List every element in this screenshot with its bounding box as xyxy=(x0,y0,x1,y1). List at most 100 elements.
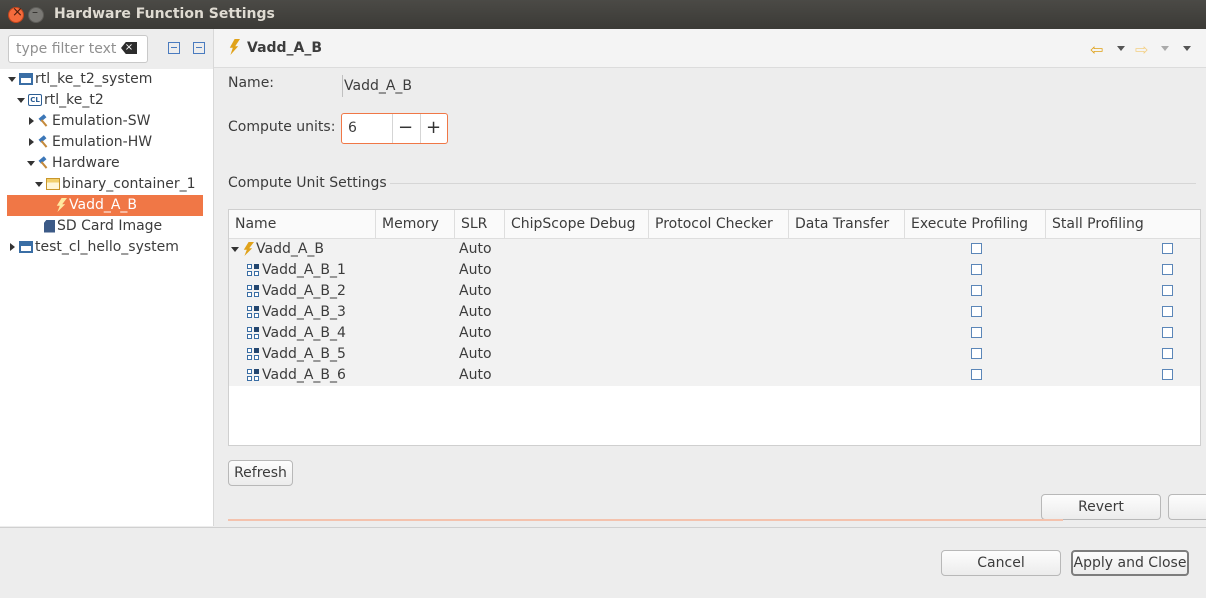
filter-input[interactable]: type filter text × xyxy=(8,35,148,63)
forward-arrow-icon[interactable]: ⇨ xyxy=(1135,40,1148,59)
compute-units-label: Compute units: xyxy=(228,119,336,135)
container-icon xyxy=(46,178,60,190)
forward-history-dropdown-icon[interactable] xyxy=(1161,46,1169,51)
execute-profiling-checkbox[interactable] xyxy=(971,243,982,254)
name-cell: Vadd_A_B_4 xyxy=(247,323,346,344)
close-window-button[interactable] xyxy=(8,5,24,23)
compute-units-value[interactable]: 6 xyxy=(348,120,357,136)
bolt-icon xyxy=(243,242,254,256)
compute-unit-icon xyxy=(247,285,259,297)
collapsed-twistie-icon[interactable] xyxy=(29,117,34,125)
table-row[interactable]: Vadd_A_B_2 Auto xyxy=(229,281,1200,302)
tree-item-label: Hardware xyxy=(52,155,120,171)
slr-cell[interactable]: Auto xyxy=(459,323,492,344)
column-header[interactable]: Protocol Checker xyxy=(649,210,789,238)
navigation-pane: type filter text × rtl_ke_t2_system CL rtl… xyxy=(0,29,214,526)
table-row[interactable]: Vadd_A_B_3 Auto xyxy=(229,302,1200,323)
tree-item[interactable]: Emulation-SW xyxy=(27,111,150,132)
table-row[interactable]: Vadd_A_B_5 Auto xyxy=(229,344,1200,365)
collapsed-twistie-icon[interactable] xyxy=(29,138,34,146)
table-row[interactable]: Vadd_A_B_4 Auto xyxy=(229,323,1200,344)
column-header[interactable]: Name xyxy=(229,210,376,238)
tree-item[interactable]: Hardware xyxy=(27,153,120,174)
tree-item[interactable]: Vadd_A_B xyxy=(7,195,203,216)
collapse-all-icon[interactable] xyxy=(168,42,180,54)
expanded-twistie-icon[interactable] xyxy=(35,181,43,187)
tree-item-label: rtl_ke_t2 xyxy=(44,92,104,108)
system-icon xyxy=(19,73,33,85)
name-cell: Vadd_A_B_5 xyxy=(247,344,346,365)
compute-unit-icon xyxy=(247,264,259,276)
view-menu-icon[interactable] xyxy=(1183,46,1191,51)
column-header[interactable]: ChipScope Debug xyxy=(505,210,649,238)
name-label: Name: xyxy=(228,75,275,91)
execute-profiling-checkbox[interactable] xyxy=(971,306,982,317)
stall-profiling-checkbox[interactable] xyxy=(1162,348,1173,359)
table-row[interactable]: Vadd_A_B_1 Auto xyxy=(229,260,1200,281)
refresh-button[interactable]: Refresh xyxy=(228,460,293,486)
tree-item[interactable]: binary_container_1 xyxy=(35,174,196,195)
compute-units-stepper[interactable]: 6 − + xyxy=(341,113,448,144)
bolt-icon xyxy=(56,198,67,212)
minimize-window-button[interactable] xyxy=(28,5,44,23)
slr-cell[interactable]: Auto xyxy=(459,302,492,323)
window-title: Hardware Function Settings xyxy=(54,6,275,22)
stall-profiling-checkbox[interactable] xyxy=(1162,327,1173,338)
expand-all-icon[interactable] xyxy=(193,42,205,54)
tree-item-label: rtl_ke_t2_system xyxy=(35,71,153,87)
apply-and-close-button[interactable]: Apply and Close xyxy=(1071,550,1189,576)
name-cell: Vadd_A_B xyxy=(231,239,324,260)
tree-item-label: binary_container_1 xyxy=(62,176,196,192)
slr-cell[interactable]: Auto xyxy=(459,260,492,281)
column-header[interactable]: Memory xyxy=(376,210,455,238)
compute-unit-table: Name Memory SLR ChipScope Debug Protocol Che… xyxy=(228,209,1201,446)
execute-profiling-checkbox[interactable] xyxy=(971,369,982,380)
clear-filter-icon[interactable]: × xyxy=(121,42,137,54)
slr-cell[interactable]: Auto xyxy=(459,365,492,386)
section-divider xyxy=(390,183,1196,184)
expanded-twistie-icon[interactable] xyxy=(17,97,25,103)
name-cell: Vadd_A_B_1 xyxy=(247,260,346,281)
slr-cell[interactable]: Auto xyxy=(459,281,492,302)
tree-item[interactable]: SD Card Image xyxy=(44,216,162,237)
decrement-button[interactable]: − xyxy=(398,117,413,138)
back-history-dropdown-icon[interactable] xyxy=(1117,46,1125,51)
slr-cell[interactable]: Auto xyxy=(459,239,492,260)
column-header[interactable]: Execute Profiling xyxy=(905,210,1046,238)
tree-item[interactable]: Emulation-HW xyxy=(27,132,152,153)
stall-profiling-checkbox[interactable] xyxy=(1162,285,1173,296)
stall-profiling-checkbox[interactable] xyxy=(1162,264,1173,275)
execute-profiling-checkbox[interactable] xyxy=(971,264,982,275)
column-header[interactable]: SLR xyxy=(455,210,505,238)
compute-unit-name: Vadd_A_B_4 xyxy=(262,325,346,341)
column-header[interactable]: Data Transfer xyxy=(789,210,905,238)
apply-button-partial[interactable] xyxy=(1168,494,1206,520)
stall-profiling-checkbox[interactable] xyxy=(1162,243,1173,254)
table-row[interactable]: Vadd_A_B Auto xyxy=(229,239,1200,260)
progress-underline xyxy=(228,519,1063,521)
tree-item[interactable]: rtl_ke_t2_system xyxy=(8,69,152,90)
expanded-twistie-icon[interactable] xyxy=(8,76,16,82)
name-field[interactable]: Vadd_A_B xyxy=(342,75,412,97)
stall-profiling-checkbox[interactable] xyxy=(1162,369,1173,380)
stall-profiling-checkbox[interactable] xyxy=(1162,306,1173,317)
cancel-button[interactable]: Cancel xyxy=(941,550,1061,576)
execute-profiling-checkbox[interactable] xyxy=(971,285,982,296)
column-header[interactable]: Stall Profiling xyxy=(1046,210,1200,238)
execute-profiling-checkbox[interactable] xyxy=(971,348,982,359)
back-arrow-icon[interactable]: ⇦ xyxy=(1090,40,1103,59)
revert-button[interactable]: Revert xyxy=(1041,494,1161,520)
expanded-twistie-icon[interactable] xyxy=(27,160,35,166)
compute-unit-name: Vadd_A_B_3 xyxy=(262,304,346,320)
expanded-twistie-icon[interactable] xyxy=(231,246,239,252)
tree-item-label: Emulation-SW xyxy=(52,113,151,129)
execute-profiling-checkbox[interactable] xyxy=(971,327,982,338)
collapsed-twistie-icon[interactable] xyxy=(10,243,15,251)
hammer-icon xyxy=(38,115,50,127)
slr-cell[interactable]: Auto xyxy=(459,344,492,365)
tree-item[interactable]: test_cl_hello_system xyxy=(8,237,179,258)
table-row[interactable]: Vadd_A_B_6 Auto xyxy=(229,365,1200,386)
tree-item[interactable]: CL rtl_ke_t2 xyxy=(17,90,104,111)
compute-unit-icon xyxy=(247,369,259,381)
increment-button[interactable]: + xyxy=(426,117,441,138)
